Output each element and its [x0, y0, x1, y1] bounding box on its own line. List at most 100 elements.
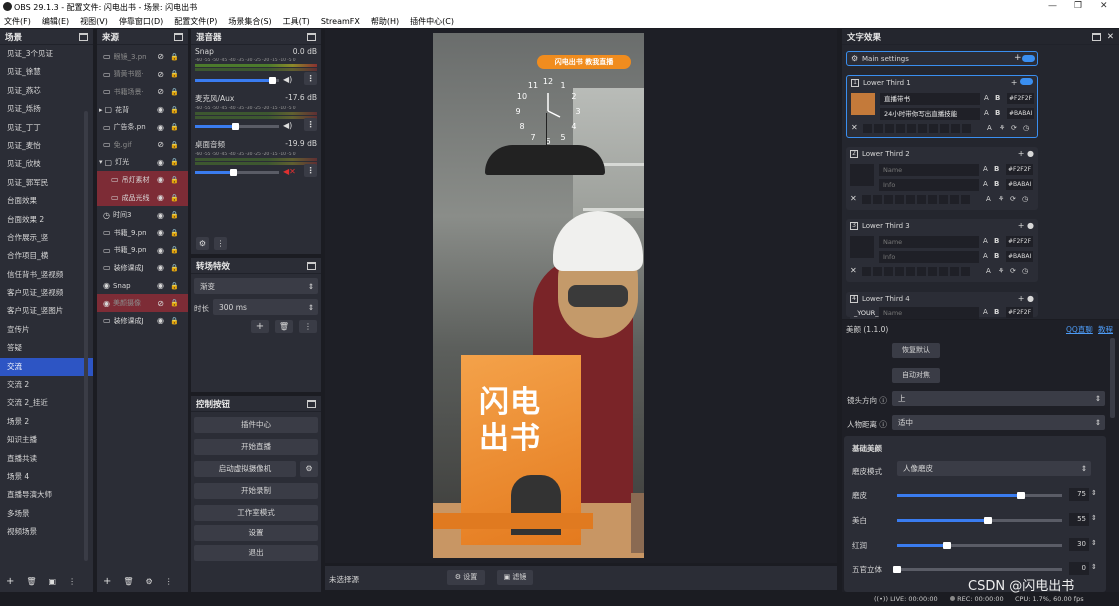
- scene-item[interactable]: 见证_欣枝: [0, 155, 93, 173]
- scene-item[interactable]: 交流: [0, 357, 93, 377]
- slot-box[interactable]: [873, 195, 882, 204]
- slot-box[interactable]: [895, 267, 904, 276]
- auto-focus-button[interactable]: 自动对焦: [892, 368, 940, 383]
- lock-icon[interactable]: 🔒: [170, 176, 179, 184]
- remove-transition-icon[interactable]: 🗑: [275, 320, 293, 333]
- eye-hidden-icon[interactable]: ⊘: [157, 140, 164, 149]
- lock-icon[interactable]: 🔒: [170, 70, 179, 78]
- volume-slider[interactable]: [195, 77, 279, 84]
- line2-input[interactable]: Info: [879, 251, 979, 263]
- line2-input[interactable]: 24小时带你写出直播技能: [880, 108, 980, 120]
- close-icon[interactable]: ✕: [850, 194, 857, 203]
- eye-icon[interactable]: ◉: [157, 316, 164, 325]
- scene-item[interactable]: 场景 2: [0, 413, 93, 431]
- main-settings-row[interactable]: ⚙ Main settings +: [846, 51, 1038, 66]
- color1-value[interactable]: #F2F2F: [1006, 236, 1034, 247]
- slot-box[interactable]: [961, 195, 970, 204]
- lock-icon[interactable]: 🔒: [170, 317, 179, 325]
- slider-knob[interactable]: [893, 566, 901, 573]
- undock-icon[interactable]: [1091, 32, 1101, 41]
- close-icon[interactable]: ✕: [1100, 1, 1108, 11]
- bold-icon[interactable]: B: [994, 237, 999, 245]
- lower-third-item[interactable]: 1 Lower Third 1 + 直播带书 24小时带你写出直播技能 A B A B #F2F…: [846, 75, 1038, 138]
- eye-icon[interactable]: ◉: [157, 281, 164, 290]
- scene-item[interactable]: 场景 4: [0, 468, 93, 486]
- slot-box[interactable]: [884, 195, 893, 204]
- source-item[interactable]: ▾ ▢ 灯光 ◉ 🔒: [97, 154, 188, 172]
- eye-hidden-icon[interactable]: ⊘: [157, 87, 164, 96]
- control-button[interactable]: 开始直播: [194, 439, 318, 455]
- lock-icon[interactable]: 🔒: [170, 229, 179, 237]
- channel-menu-icon[interactable]: ⋮: [304, 164, 317, 177]
- scene-item[interactable]: 交流 2_挂近: [0, 394, 93, 412]
- menu-item[interactable]: 场景集合(S): [228, 16, 271, 27]
- lower-third-item[interactable]: 3 Lower Third 3 + ● Name Info A B A B #F2F2F #BABA…: [846, 219, 1038, 282]
- beauty-slider[interactable]: [897, 492, 1062, 499]
- lock-icon[interactable]: 🔒: [170, 194, 179, 202]
- menu-item[interactable]: 停靠窗口(D): [119, 16, 163, 27]
- undock-icon[interactable]: [79, 32, 88, 41]
- slot-box[interactable]: [939, 195, 948, 204]
- spinner-icon[interactable]: ⇕: [1091, 563, 1097, 571]
- font-icon[interactable]: A: [986, 267, 991, 275]
- line2-input[interactable]: Info: [879, 179, 979, 191]
- source-item[interactable]: ◉ Snap ◉ 🔒: [97, 277, 188, 295]
- slot-box[interactable]: [885, 124, 894, 133]
- source-item[interactable]: ▭ 眼镜_3.pn ⊘ 🔒: [97, 48, 188, 66]
- clock-icon[interactable]: ◷: [1023, 124, 1029, 132]
- scene-item[interactable]: 台面效果 2: [0, 211, 93, 229]
- muted-speaker-icon[interactable]: ◀✕: [283, 167, 296, 176]
- add-icon[interactable]: +: [1011, 78, 1018, 87]
- slot-box[interactable]: [940, 124, 949, 133]
- menu-item[interactable]: 编辑(E): [42, 16, 69, 27]
- mode-select[interactable]: 人像磨皮 ⇕: [897, 461, 1091, 476]
- undock-icon[interactable]: [307, 261, 316, 270]
- minimize-icon[interactable]: —: [1048, 1, 1057, 11]
- scene-item[interactable]: 合作展示_竖: [0, 229, 93, 247]
- scene-item[interactable]: 见证_烁扬: [0, 100, 93, 118]
- menu-item[interactable]: 插件中心(C): [410, 16, 454, 27]
- scene-item[interactable]: 见证_3个见证: [0, 45, 93, 63]
- preview-canvas[interactable]: 闪电出书 教我直播 12 1 2 3 4 5 6 7 8 9 10 11 闪电出书: [433, 33, 644, 558]
- qq-link[interactable]: QQ直聊: [1066, 324, 1093, 335]
- eye-icon[interactable]: ◉: [157, 158, 164, 167]
- slot-box[interactable]: [939, 267, 948, 276]
- menu-item[interactable]: StreamFX: [321, 17, 360, 26]
- font-icon[interactable]: A: [987, 124, 992, 132]
- add-icon[interactable]: +: [1018, 149, 1025, 158]
- color1-value[interactable]: #F2F2F: [1006, 307, 1034, 318]
- slot-box[interactable]: [862, 267, 871, 276]
- bold-icon[interactable]: B: [994, 252, 999, 260]
- scene-more-icon[interactable]: ⋮: [68, 577, 76, 586]
- help-icon[interactable]: ⓘ: [879, 420, 887, 429]
- source-item[interactable]: ▭ 装修课成J ◉ 🔒: [97, 259, 188, 277]
- slider-value[interactable]: 75: [1069, 488, 1089, 501]
- source-item[interactable]: ▭ 书籍_9.pn ◉ 🔒: [97, 242, 188, 260]
- lock-icon[interactable]: 🔒: [170, 264, 179, 272]
- line2-input[interactable]: Name: [879, 307, 979, 319]
- scene-item[interactable]: 交流 2: [0, 376, 93, 394]
- scene-item[interactable]: 见证_丁丁: [0, 119, 93, 137]
- mixer-menu-icon[interactable]: ⋮: [214, 237, 227, 250]
- menu-item[interactable]: 帮助(H): [371, 16, 399, 27]
- scene-item[interactable]: 知识主播: [0, 431, 93, 449]
- eye-icon[interactable]: ◉: [157, 175, 164, 184]
- bold-icon[interactable]: B: [995, 109, 1000, 117]
- scene-item[interactable]: 直播导演大师: [0, 486, 93, 504]
- slider-value[interactable]: 55: [1069, 513, 1089, 526]
- lower-third-thumbnail[interactable]: [851, 93, 875, 115]
- add-scene-icon[interactable]: +: [6, 576, 14, 587]
- slider-knob[interactable]: [942, 542, 951, 549]
- slot-box[interactable]: [961, 267, 970, 276]
- control-button[interactable]: 设置: [194, 525, 318, 541]
- help-icon[interactable]: ⓘ: [879, 396, 887, 405]
- clock-icon[interactable]: ◷: [1022, 195, 1028, 203]
- add-icon[interactable]: +: [1018, 294, 1025, 303]
- scene-item[interactable]: 合作项目_横: [0, 247, 93, 265]
- source-properties-icon[interactable]: ⚙: [146, 577, 153, 586]
- slot-box[interactable]: [928, 267, 937, 276]
- color1-value[interactable]: #F2F2F: [1006, 164, 1034, 175]
- beauty-slider[interactable]: [893, 566, 1062, 573]
- channel-menu-icon[interactable]: ⋮: [304, 72, 317, 85]
- speaker-icon[interactable]: ◀): [283, 121, 292, 130]
